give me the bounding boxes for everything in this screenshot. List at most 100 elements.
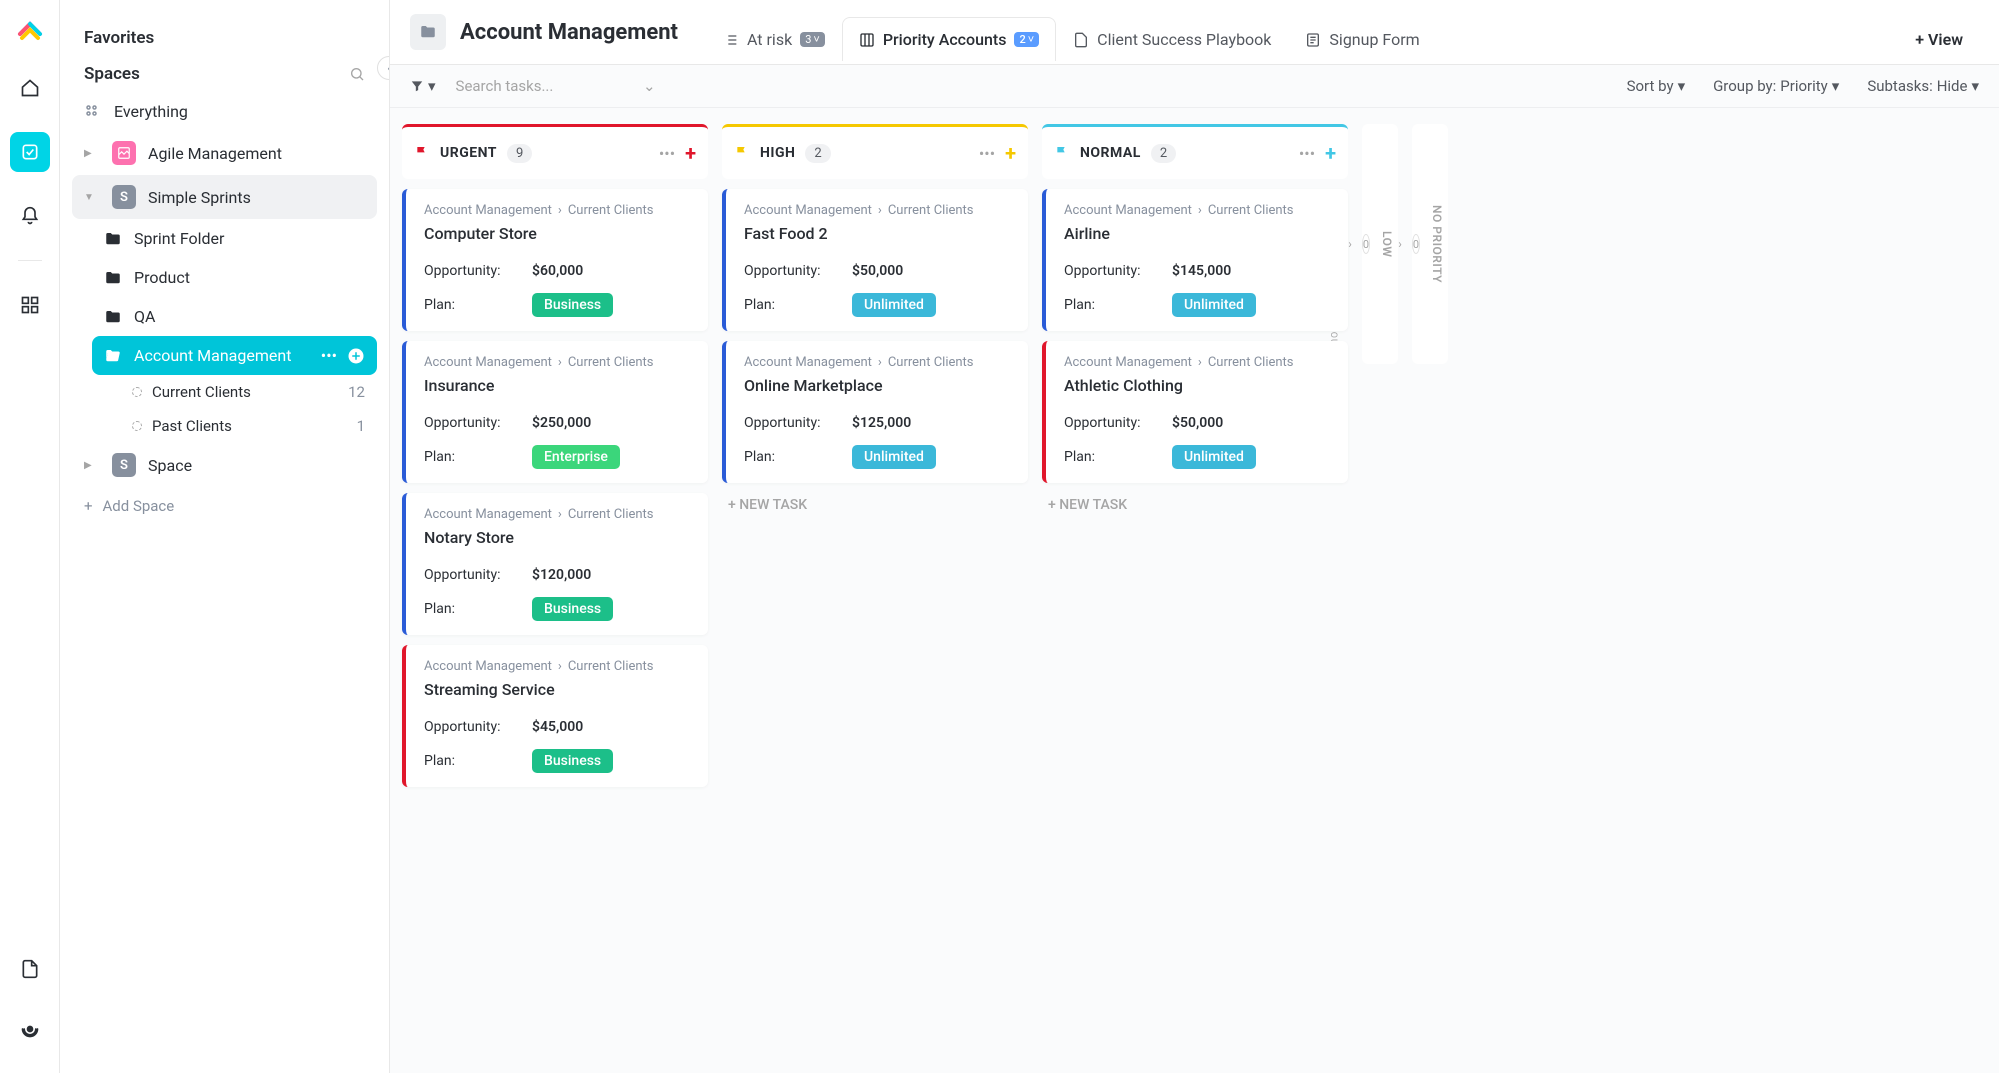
add-space-button[interactable]: + Add Space xyxy=(72,487,377,525)
folder-icon xyxy=(104,308,122,326)
column-count: 2 xyxy=(1151,144,1176,163)
flag-icon xyxy=(414,145,430,161)
field-label: Plan: xyxy=(744,297,832,313)
more-icon[interactable]: ••• xyxy=(659,144,675,163)
space-icon: S xyxy=(112,453,136,477)
nav-label: Everything xyxy=(114,102,188,121)
field-label: Plan: xyxy=(1064,449,1152,465)
tab-signup-form[interactable]: Signup Form xyxy=(1288,17,1436,61)
nav-label: Past Clients xyxy=(152,417,232,435)
chevron-right-icon: › xyxy=(1348,237,1352,251)
add-task-icon[interactable]: + xyxy=(685,141,696,165)
search-icon[interactable] xyxy=(349,66,365,82)
page-title: Account Management xyxy=(460,20,678,45)
collapsed-column[interactable]: LOW0›COLLAPSE GROUP xyxy=(1362,124,1398,364)
add-task-icon[interactable]: + xyxy=(1005,141,1016,165)
plan-tag: Unlimited xyxy=(1172,445,1256,469)
tab-client-success[interactable]: Client Success Playbook xyxy=(1056,17,1288,61)
folder-sprint[interactable]: Sprint Folder xyxy=(92,219,377,258)
list-current-clients[interactable]: Current Clients 12 xyxy=(120,375,377,409)
nav-label: Agile Management xyxy=(148,144,282,163)
task-card[interactable]: Account Management›Current ClientsInsura… xyxy=(402,341,708,483)
task-card[interactable]: Account Management›Current ClientsOnline… xyxy=(722,341,1028,483)
folder-icon xyxy=(410,14,446,50)
sort-by-button[interactable]: Sort by ▾ xyxy=(1627,77,1686,95)
main: Account Management At risk 3 ˅ Priority … xyxy=(390,0,1999,1073)
tab-label: Priority Accounts xyxy=(883,30,1007,49)
field-value: $45,000 xyxy=(532,719,583,735)
column-urgent: URGENT9•••+Account Management›Current Cl… xyxy=(402,124,708,787)
field-label: Plan: xyxy=(424,601,512,617)
plan-tag: Enterprise xyxy=(532,445,620,469)
flag-icon xyxy=(734,145,750,161)
collapsed-column[interactable]: NO PRIORITY0› xyxy=(1412,124,1448,364)
tab-label: Signup Form xyxy=(1329,30,1419,49)
nav-rail xyxy=(0,0,60,1073)
column-header[interactable]: HIGH2•••+ xyxy=(722,124,1028,179)
column-header[interactable]: NORMAL2•••+ xyxy=(1042,124,1348,179)
collapse-sidebar-button[interactable]: ‹ xyxy=(377,56,390,80)
folder-icon xyxy=(104,230,122,248)
tab-badge: 2 ˅ xyxy=(1014,32,1039,47)
folder-product[interactable]: Product xyxy=(92,258,377,297)
notifications-icon[interactable] xyxy=(10,196,50,236)
more-icon[interactable]: ••• xyxy=(979,144,995,163)
add-icon[interactable] xyxy=(347,347,365,365)
column-title: NO PRIORITY xyxy=(1430,205,1444,283)
folder-qa[interactable]: QA xyxy=(92,297,377,336)
folder-account-management[interactable]: Account Management ••• xyxy=(92,336,377,375)
nav-label: Space xyxy=(148,456,192,475)
group-by-button[interactable]: Group by: Priority ▾ xyxy=(1713,77,1839,95)
task-card[interactable]: Account Management›Current Clients Stream… xyxy=(402,645,708,787)
task-title: Streaming Service xyxy=(424,680,694,699)
space-simple-sprints[interactable]: ▼ S Simple Sprints xyxy=(72,175,377,219)
column-high: HIGH2•••+Account Management›Current Clie… xyxy=(722,124,1028,527)
column-header[interactable]: URGENT9•••+ xyxy=(402,124,708,179)
subtasks-button[interactable]: Subtasks: Hide ▾ xyxy=(1867,77,1979,95)
breadcrumb: Account Management›Current Clients xyxy=(424,659,694,674)
tasks-icon[interactable] xyxy=(10,132,50,172)
docs-icon[interactable] xyxy=(10,949,50,989)
column-count: 9 xyxy=(507,144,532,163)
add-task-icon[interactable]: + xyxy=(1325,141,1336,165)
flag-icon xyxy=(1054,145,1070,161)
task-card[interactable]: Account Management›Current ClientsAirlin… xyxy=(1042,189,1348,331)
apps-icon[interactable] xyxy=(10,285,50,325)
task-card[interactable]: Account Management›Current ClientsFast F… xyxy=(722,189,1028,331)
field-value: $50,000 xyxy=(1172,415,1223,431)
add-space-label: Add Space xyxy=(103,497,175,515)
column-count: 0 xyxy=(1362,234,1370,254)
favorites-heading: Favorites xyxy=(72,20,377,56)
more-icon[interactable]: ••• xyxy=(321,346,337,365)
form-icon xyxy=(1305,32,1321,48)
filter-button[interactable]: ▾ xyxy=(410,77,436,95)
topbar: Account Management At risk 3 ˅ Priority … xyxy=(390,0,1999,65)
new-task-button[interactable]: + NEW TASK xyxy=(1042,483,1348,527)
everything-nav[interactable]: Everything xyxy=(72,92,377,131)
field-label: Opportunity: xyxy=(424,263,512,279)
plan-tag: Business xyxy=(532,597,613,621)
chevron-right-icon: ▶ xyxy=(84,460,100,471)
divider xyxy=(18,260,42,261)
plan-tag: Business xyxy=(532,293,613,317)
plan-tag: Unlimited xyxy=(852,445,936,469)
task-card[interactable]: Account Management›Current ClientsComput… xyxy=(402,189,708,331)
space-agile[interactable]: ▶ Agile Management xyxy=(72,131,377,175)
tab-priority-accounts[interactable]: Priority Accounts 2 ˅ xyxy=(842,17,1056,61)
field-label: Opportunity: xyxy=(744,263,832,279)
list-past-clients[interactable]: Past Clients 1 xyxy=(120,409,377,443)
task-card[interactable]: Account Management›Current ClientsNotary… xyxy=(402,493,708,635)
search-input[interactable]: Search tasks... ⌄ xyxy=(456,77,656,95)
board-icon xyxy=(859,32,875,48)
task-card[interactable]: Account Management›Current ClientsAthlet… xyxy=(1042,341,1348,483)
home-icon[interactable] xyxy=(10,68,50,108)
new-task-button[interactable]: + NEW TASK xyxy=(722,483,1028,527)
chevron-right-icon: › xyxy=(1398,237,1402,251)
column-count: 0 xyxy=(1412,234,1420,254)
space-generic[interactable]: ▶ S Space xyxy=(72,443,377,487)
record-icon[interactable] xyxy=(10,1009,50,1049)
tab-at-risk[interactable]: At risk 3 ˅ xyxy=(706,17,842,61)
more-icon[interactable]: ••• xyxy=(1299,144,1315,163)
task-title: Notary Store xyxy=(424,528,694,547)
add-view-button[interactable]: + View xyxy=(1899,18,1979,61)
